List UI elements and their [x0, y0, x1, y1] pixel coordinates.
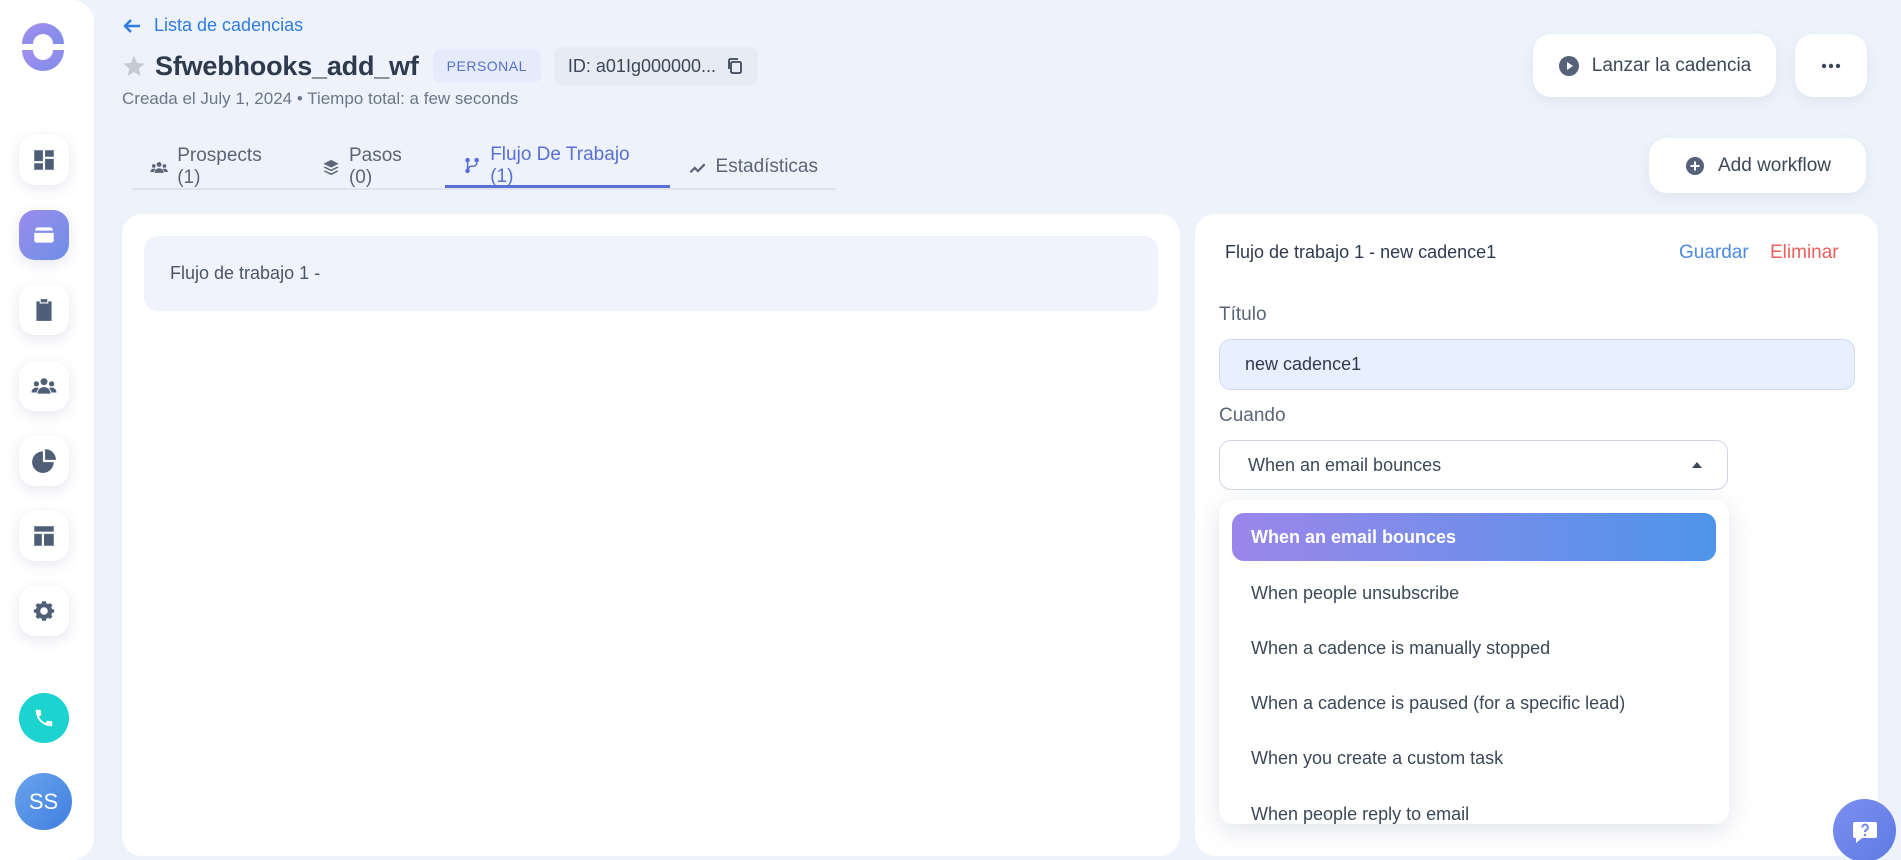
workflow-item-label: Flujo de trabajo 1 - [170, 263, 321, 283]
title-input[interactable] [1219, 339, 1855, 390]
tab-label: Estadísticas [715, 156, 818, 177]
dropdown-option-manually-stopped[interactable]: When a cadence is manually stopped [1232, 624, 1716, 672]
tab-statistics[interactable]: Estadísticas [670, 146, 836, 188]
tab-label: Pasos (0) [348, 145, 402, 188]
when-select[interactable]: When an email bounces [1219, 440, 1728, 490]
add-workflow-label: Add workflow [1718, 154, 1831, 176]
tab-steps[interactable]: Pasos (0) [304, 145, 445, 188]
delete-button[interactable]: Eliminar [1770, 242, 1839, 264]
workflow-list-panel: Flujo de trabajo 1 - [122, 214, 1180, 856]
tab-label: Flujo De Trabajo (1) [490, 143, 630, 187]
dropdown-option-custom-task[interactable]: When you create a custom task [1232, 734, 1716, 782]
people-icon [150, 161, 168, 173]
avatar[interactable]: SS [15, 773, 72, 830]
caret-up-icon [1692, 462, 1702, 468]
layers-icon [323, 159, 339, 175]
personal-badge: PERSONAL [432, 49, 541, 83]
tab-label: Prospects (1) [177, 145, 262, 188]
nav-people[interactable] [19, 361, 69, 411]
reports-icon [32, 449, 56, 473]
help-chat-button[interactable] [1833, 799, 1896, 860]
star-icon[interactable] [122, 54, 146, 78]
phone-button[interactable] [19, 693, 69, 743]
workflow-list-item[interactable]: Flujo de trabajo 1 - [144, 236, 1158, 311]
dropdown-option-paused[interactable]: When a cadence is paused (for a specific… [1232, 679, 1716, 727]
copy-icon[interactable] [726, 57, 744, 75]
nav-settings[interactable] [19, 586, 69, 636]
dashboard-icon [34, 150, 54, 170]
app-logo-icon[interactable] [18, 22, 68, 72]
git-branch-icon [465, 157, 479, 174]
cadences-icon [34, 227, 54, 243]
nav-tasks[interactable] [19, 285, 69, 335]
tab-prospects[interactable]: Prospects (1) [132, 145, 304, 188]
save-button[interactable]: Guardar [1679, 242, 1749, 264]
editor-title: Flujo de trabajo 1 - new cadence1 [1225, 242, 1497, 262]
nav-dashboard[interactable] [19, 135, 69, 185]
chat-help-icon [1852, 821, 1877, 843]
back-link-label: Lista de cadencias [154, 15, 304, 35]
gear-icon [33, 601, 55, 621]
nav-cadences[interactable] [19, 210, 69, 260]
tasks-icon [36, 299, 52, 321]
plus-circle-icon [1686, 156, 1704, 175]
title-field-label: Título [1219, 304, 1267, 325]
back-link[interactable]: Lista de cadencias [122, 15, 303, 36]
page-subtitle: Creada el July 1, 2024 • Tiempo total: a… [122, 89, 519, 108]
dropdown-option-reply-email[interactable]: When people reply to email [1232, 790, 1716, 824]
nav-reports[interactable] [19, 436, 69, 486]
arrow-left-icon [123, 18, 140, 33]
sidebar: SS [0, 0, 94, 860]
templates-icon [34, 526, 54, 546]
more-options-button[interactable] [1795, 34, 1867, 97]
id-text: ID: a01Ig000000... [567, 55, 717, 76]
tab-bar: Prospects (1) Pasos (0) Flujo De Trabajo… [132, 143, 836, 190]
add-workflow-button[interactable]: Add workflow [1649, 138, 1866, 193]
title-row: Sfwebhooks_add_wf PERSONAL ID: a01Ig0000… [122, 47, 759, 85]
when-select-value: When an email bounces [1248, 454, 1442, 475]
play-circle-icon [1558, 55, 1579, 76]
dropdown-option-unsubscribe[interactable]: When people unsubscribe [1232, 569, 1716, 617]
page-title: Sfwebhooks_add_wf [155, 50, 419, 81]
dropdown-option-email-bounces[interactable]: When an email bounces [1232, 513, 1716, 561]
when-field-label: Cuando [1219, 405, 1286, 426]
id-pill: ID: a01Ig000000... [553, 47, 759, 85]
launch-cadence-button[interactable]: Lanzar la cadencia [1533, 34, 1776, 97]
nav-templates[interactable] [19, 511, 69, 561]
phone-icon [35, 709, 53, 727]
when-dropdown-menu: When an email bounces When people unsubs… [1219, 500, 1729, 824]
tab-workflow[interactable]: Flujo De Trabajo (1) [444, 143, 670, 188]
people-icon [31, 378, 57, 394]
more-dots-icon [1821, 63, 1841, 68]
trend-icon [689, 163, 705, 173]
launch-cadence-label: Lanzar la cadencia [1591, 54, 1752, 76]
